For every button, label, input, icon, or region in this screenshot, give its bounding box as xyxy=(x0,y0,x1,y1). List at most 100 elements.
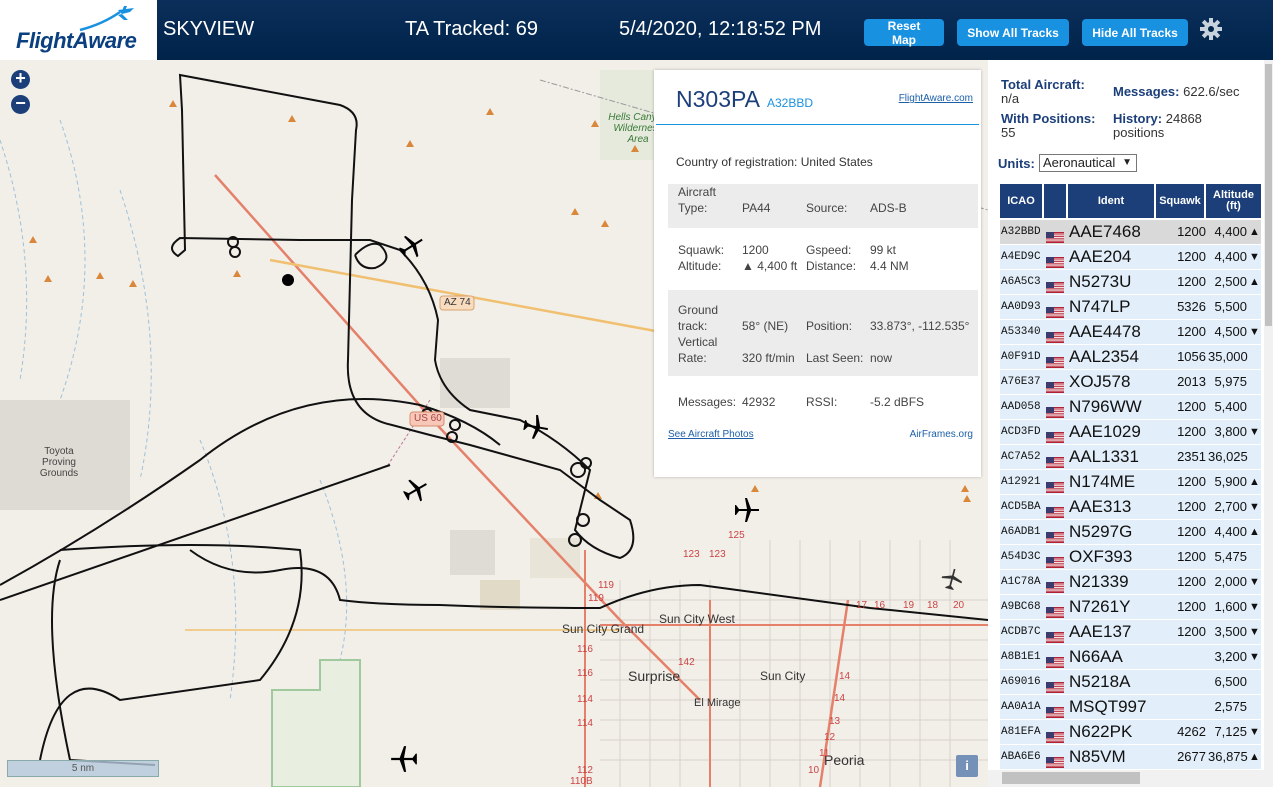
table-row[interactable]: A6ADB1 N5297G 1200 4,400 ▲ xyxy=(1000,520,1261,545)
info-icon[interactable]: i xyxy=(956,755,978,777)
history-label: History: xyxy=(1113,111,1163,126)
table-row[interactable]: A69016 N5218A 6,500 xyxy=(1000,670,1261,695)
vertical-trend-cell: ▼ xyxy=(1249,426,1260,438)
zoom-in-icon[interactable]: + xyxy=(11,69,30,89)
icao-cell: A8B1E1 xyxy=(1001,651,1041,663)
squawk-cell: 1200 xyxy=(1177,499,1206,514)
table-row[interactable]: A81EFA N622PK 4262 7,125 ▼ xyxy=(1000,720,1261,745)
table-row[interactable]: AA0D93 N747LP 5326 5,500 xyxy=(1000,295,1261,320)
skyview-app: FlightAware SKYVIEW TA Tracked: 69 5/4/2… xyxy=(0,0,1273,787)
table-row[interactable]: AA0A1A MSQT997 2,575 xyxy=(1000,695,1261,720)
vertical-trend-cell: ▼ xyxy=(1249,326,1260,338)
us-flag-icon xyxy=(1046,227,1064,243)
road-number: 17 xyxy=(856,600,868,611)
show-all-tracks-button[interactable]: Show All Tracks xyxy=(957,19,1069,46)
us-flag-icon xyxy=(1046,602,1064,618)
squawk-cell: 1200 xyxy=(1177,424,1206,439)
gear-icon[interactable] xyxy=(1198,16,1224,42)
positions-stat: With Positions: 55 xyxy=(1001,112,1096,140)
ident-cell: N5297G xyxy=(1069,522,1133,541)
table-row[interactable]: ACD3FD AAE1029 1200 3,800 ▼ xyxy=(1000,420,1261,445)
vertical-scrollbar[interactable] xyxy=(1264,60,1273,770)
icao-cell: AAD058 xyxy=(1001,401,1041,413)
table-row[interactable]: AAD058 N796WW 1200 5,400 xyxy=(1000,395,1261,420)
vertical-trend-cell: ▼ xyxy=(1249,576,1260,588)
altitude-cell: 5,500 xyxy=(1214,299,1247,314)
flightaware-logo[interactable]: FlightAware xyxy=(0,0,157,60)
squawk-cell: 1200 xyxy=(1177,399,1206,414)
table-row[interactable]: A8B1E1 N66AA 3,200 ▼ xyxy=(1000,645,1261,670)
squawk-label: Squawk: xyxy=(678,243,725,257)
zoom-out-icon[interactable]: − xyxy=(11,94,30,114)
table-row[interactable]: A12921 N174ME 1200 5,900 ▲ xyxy=(1000,470,1261,495)
flightaware-link[interactable]: FlightAware.com xyxy=(899,93,973,104)
reset-map-button[interactable]: Reset Map xyxy=(864,19,944,47)
table-row[interactable]: A6A5C3 N5273U 1200 2,500 ▲ xyxy=(1000,270,1261,295)
history-stat: History: 24868 positions xyxy=(1113,112,1253,140)
col-squawk[interactable]: Squawk xyxy=(1156,184,1204,218)
us-flag-icon xyxy=(1046,552,1064,568)
us-flag-icon xyxy=(1046,377,1064,393)
app-title: SKYVIEW xyxy=(163,18,255,40)
horizontal-scrollbar[interactable] xyxy=(988,770,1273,787)
plane-icon[interactable] xyxy=(398,232,426,260)
squawk-section: Squawk: 1200 Gspeed: 99 kt Altitude: ▲ 4… xyxy=(668,240,978,284)
altitude-cell: 3,500 xyxy=(1214,624,1247,639)
table-row[interactable]: A1C78A N21339 1200 2,000 ▼ xyxy=(1000,570,1261,595)
road-number: 119 xyxy=(588,593,604,604)
plane-icon[interactable] xyxy=(386,744,422,774)
altitude-cell: 36,025 xyxy=(1208,449,1248,464)
us-flag-icon xyxy=(1046,752,1064,768)
col-icao[interactable]: ICAO xyxy=(1000,184,1042,218)
scale-bar: 5 nm xyxy=(7,760,159,777)
plane-icon[interactable] xyxy=(402,476,430,504)
squawk-value: 1200 xyxy=(742,243,769,257)
table-row[interactable]: ACD5BA AAE313 1200 2,700 ▼ xyxy=(1000,495,1261,520)
table-row[interactable]: A0F91D AAL2354 1056 35,000 xyxy=(1000,345,1261,370)
vertical-trend-cell: ▲ xyxy=(1249,276,1260,288)
icao-cell: AA0D93 xyxy=(1001,301,1041,313)
squawk-cell xyxy=(1150,645,1206,669)
aircraft-photos-link[interactable]: See Aircraft Photos xyxy=(668,429,754,440)
table-row[interactable]: A9BC68 N7261Y 1200 1,600 ▼ xyxy=(1000,595,1261,620)
squawk-cell xyxy=(1150,695,1206,719)
road-number: 13 xyxy=(829,716,841,727)
icao-cell: ACDB7C xyxy=(1001,626,1041,638)
hide-all-tracks-button[interactable]: Hide All Tracks xyxy=(1082,19,1188,46)
icao-cell: A81EFA xyxy=(1001,726,1041,738)
col-flag[interactable] xyxy=(1044,184,1066,218)
table-row[interactable]: A53340 AAE4478 1200 4,500 ▼ xyxy=(1000,320,1261,345)
receiver-location xyxy=(282,274,294,286)
col-ident[interactable]: Ident xyxy=(1068,184,1154,218)
road-number: 112 xyxy=(577,765,593,776)
altitude-cell: 4,400 xyxy=(1214,224,1247,239)
table-row[interactable]: A76E37 XOJ578 2013 5,975 xyxy=(1000,370,1261,395)
ident-cell: N66AA xyxy=(1069,647,1123,666)
plane-icon[interactable] xyxy=(733,496,761,524)
airframes-link[interactable]: AirFrames.org xyxy=(910,429,973,440)
squawk-cell xyxy=(1150,670,1206,694)
road-number: 16 xyxy=(874,600,886,611)
aircraft-type-value: PA44 xyxy=(742,201,771,215)
col-altitude[interactable]: Altitude (ft) xyxy=(1206,184,1261,218)
messages-section: Messages: 42932 RSSI: -5.2 dBFS xyxy=(668,388,978,418)
table-row[interactable]: AC7A52 AAL1331 2351 36,025 xyxy=(1000,445,1261,470)
table-row[interactable]: ACDB7C AAE137 1200 3,500 ▼ xyxy=(1000,620,1261,645)
squawk-cell: 1200 xyxy=(1177,599,1206,614)
road-number: 11 xyxy=(819,748,830,759)
altitude-cell: 2,500 xyxy=(1214,274,1247,289)
table-row[interactable]: A32BBD AAE7468 1200 4,400 ▲ xyxy=(1000,220,1261,245)
table-row[interactable]: ABA6E6 N85VM 2677 36,875 ▲ xyxy=(1000,745,1261,770)
positions-label: With Positions: xyxy=(1001,111,1096,126)
table-row[interactable]: A4ED9C AAE204 1200 4,400 ▼ xyxy=(1000,245,1261,270)
table-row[interactable]: A54D3C OXF393 1200 5,475 xyxy=(1000,545,1261,570)
plane-icon[interactable] xyxy=(522,413,550,441)
selected-aircraft-panel: N303PA A32BBD FlightAware.com Country of… xyxy=(654,70,981,477)
road-number: 119 xyxy=(598,580,614,591)
altitude-cell: 2,575 xyxy=(1214,699,1247,714)
plane-icon[interactable] xyxy=(940,567,964,591)
position-label: Position: xyxy=(806,319,853,333)
vertical-rate-label: Vertical Rate: xyxy=(678,335,718,365)
units-select[interactable]: Aeronautical ▼ xyxy=(1039,154,1137,172)
rssi-label: RSSI: xyxy=(806,395,838,409)
